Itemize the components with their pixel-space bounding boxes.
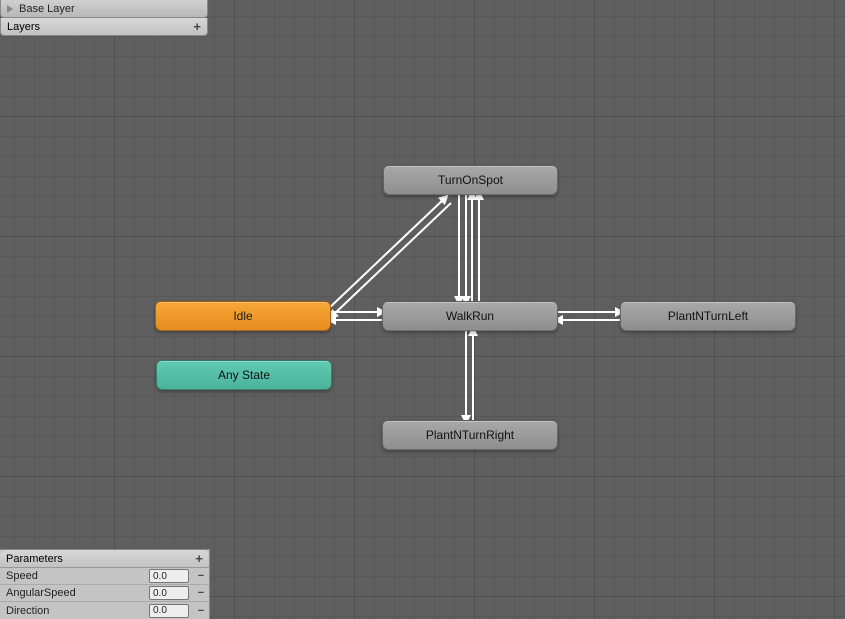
add-parameter-button[interactable]: +: [195, 552, 203, 565]
state-node-any-state[interactable]: Any State: [156, 360, 332, 390]
state-node-idle[interactable]: Idle: [155, 301, 331, 331]
parameters-header[interactable]: Parameters +: [0, 550, 209, 568]
remove-parameter-button[interactable]: −: [193, 605, 209, 617]
layers-header[interactable]: Layers +: [0, 18, 208, 36]
parameter-row[interactable]: Direction 0.0 −: [0, 602, 209, 619]
state-node-walk-run[interactable]: WalkRun: [382, 301, 558, 331]
play-arrow-icon: [7, 5, 13, 13]
state-node-turn-on-spot[interactable]: TurnOnSpot: [383, 165, 558, 195]
node-label: WalkRun: [446, 309, 494, 323]
add-layer-button[interactable]: +: [193, 20, 201, 33]
parameter-row[interactable]: Speed 0.0 −: [0, 568, 209, 585]
layer-tab[interactable]: Base Layer: [0, 0, 208, 18]
layers-header-label: Layers: [7, 21, 40, 33]
parameter-name: Direction: [6, 605, 145, 617]
parameter-name: AngularSpeed: [6, 587, 145, 599]
parameter-value-input[interactable]: 0.0: [149, 586, 189, 600]
remove-parameter-button[interactable]: −: [193, 587, 209, 599]
node-label: PlantNTurnRight: [426, 428, 514, 442]
node-label: PlantNTurnLeft: [668, 309, 748, 323]
state-node-plant-n-turn-left[interactable]: PlantNTurnLeft: [620, 301, 796, 331]
parameter-value-input[interactable]: 0.0: [149, 604, 189, 618]
parameters-header-label: Parameters: [6, 553, 63, 565]
parameter-name: Speed: [6, 570, 145, 582]
state-node-plant-n-turn-right[interactable]: PlantNTurnRight: [382, 420, 558, 450]
parameter-value-input[interactable]: 0.0: [149, 569, 189, 583]
parameters-panel: Parameters + Speed 0.0 − AngularSpeed 0.…: [0, 549, 210, 619]
node-label: Any State: [218, 368, 270, 382]
layer-tab-label: Base Layer: [19, 3, 75, 15]
node-label: Idle: [233, 309, 252, 323]
node-label: TurnOnSpot: [438, 173, 503, 187]
parameter-row[interactable]: AngularSpeed 0.0 −: [0, 585, 209, 602]
remove-parameter-button[interactable]: −: [193, 570, 209, 582]
